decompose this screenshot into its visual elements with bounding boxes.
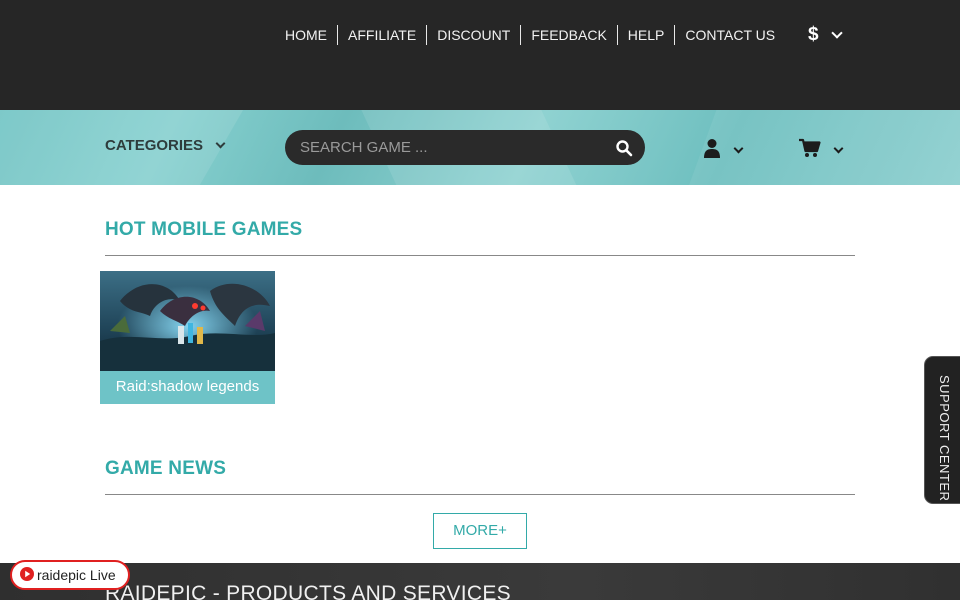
account-menu[interactable]: [703, 138, 744, 163]
categories-label: CATEGORIES: [105, 137, 204, 154]
support-center-tab[interactable]: SUPPORT CENTER: [924, 356, 960, 504]
play-circle-icon: [20, 566, 34, 584]
hot-games-title: HOT MOBILE GAMES: [105, 219, 303, 240]
cart-menu[interactable]: [799, 138, 844, 163]
top-nav: HOME AFFILIATE DISCOUNT FEEDBACK HELP CO…: [275, 25, 785, 45]
live-chat-badge[interactable]: raidepic Live: [10, 560, 130, 590]
search-input[interactable]: [300, 130, 600, 165]
cart-icon: [799, 138, 821, 163]
footer-title: RAIDEPIC - PRODUCTS AND SERVICES: [105, 582, 511, 600]
chevron-down-icon: [215, 138, 226, 148]
divider: [105, 494, 855, 495]
search-box: [285, 130, 645, 165]
game-news-title: GAME NEWS: [105, 458, 227, 479]
top-bar: HOME AFFILIATE DISCOUNT FEEDBACK HELP CO…: [0, 0, 960, 110]
nav-contact-link[interactable]: CONTACT US: [674, 25, 785, 45]
search-icon[interactable]: [615, 139, 633, 157]
user-icon: [703, 138, 721, 163]
currency-symbol: $: [808, 24, 819, 45]
divider: [105, 255, 855, 256]
game-thumbnail: [100, 271, 275, 371]
nav-affiliate-link[interactable]: AFFILIATE: [337, 25, 426, 45]
live-badge-label: raidepic Live: [37, 567, 116, 583]
nav-discount-link[interactable]: DISCOUNT: [426, 25, 520, 45]
categories-menu[interactable]: CATEGORIES: [105, 137, 226, 154]
game-card[interactable]: Raid:shadow legends: [100, 271, 275, 404]
nav-home-link[interactable]: HOME: [275, 25, 337, 45]
chevron-down-icon: [733, 143, 744, 153]
chevron-down-icon: [830, 26, 843, 39]
footer: RAIDEPIC - PRODUCTS AND SERVICES: [0, 563, 960, 600]
nav-feedback-link[interactable]: FEEDBACK: [520, 25, 616, 45]
search-band: CATEGORIES: [0, 110, 960, 185]
currency-selector[interactable]: $: [808, 24, 843, 46]
nav-help-link[interactable]: HELP: [616, 25, 675, 45]
game-name: Raid:shadow legends: [115, 378, 260, 395]
support-center-label: SUPPORT CENTER: [937, 375, 952, 502]
more-news-button[interactable]: MORE+: [433, 513, 527, 549]
chevron-down-icon: [833, 143, 844, 153]
